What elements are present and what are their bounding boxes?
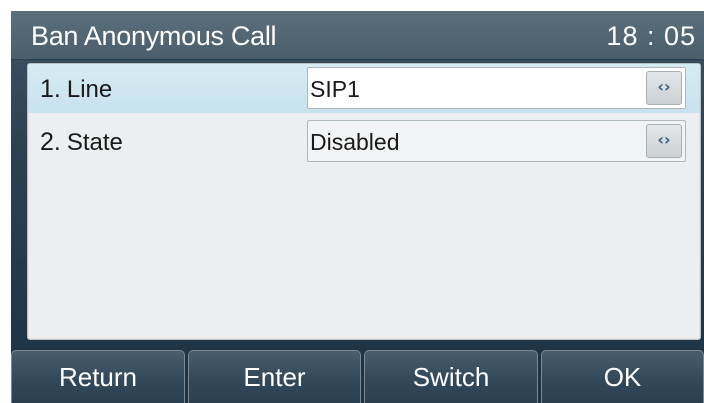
return-softkey[interactable]: Return (11, 350, 185, 403)
state-select[interactable]: Disabled ‹› (307, 120, 686, 162)
setting-label-state: 2. State (40, 128, 123, 157)
setting-number: 2. (40, 128, 61, 156)
setting-label-text: Line (66, 76, 113, 103)
enter-softkey[interactable]: Enter (188, 350, 361, 403)
softkey-bar: Return Enter Switch OK (11, 350, 704, 403)
ok-softkey[interactable]: OK (541, 350, 704, 403)
switch-arrows-icon[interactable]: ‹› (646, 124, 682, 158)
clock: 18 : 05 (606, 21, 696, 51)
settings-panel: 1. Line SIP1 ‹› 2. State Disabled ‹› (27, 63, 701, 340)
setting-label-text: State (66, 129, 123, 156)
setting-label-line: 1. Line (40, 75, 112, 104)
switch-softkey[interactable]: Switch (364, 350, 538, 403)
state-select-value: Disabled (310, 129, 400, 155)
line-select-value: SIP1 (310, 76, 360, 102)
setting-row-state[interactable]: 2. State Disabled ‹› (28, 117, 700, 166)
setting-number: 1. (40, 75, 61, 103)
switch-arrows-icon[interactable]: ‹› (646, 71, 682, 105)
page-title: Ban Anonymous Call (31, 21, 277, 51)
title-bar: Ban Anonymous Call 18 : 05 (11, 11, 704, 60)
setting-row-line[interactable]: 1. Line SIP1 ‹› (28, 64, 700, 113)
phone-screen: Ban Anonymous Call 18 : 05 1. Line SIP1 ‹… (11, 11, 704, 403)
line-select[interactable]: SIP1 ‹› (307, 67, 686, 109)
